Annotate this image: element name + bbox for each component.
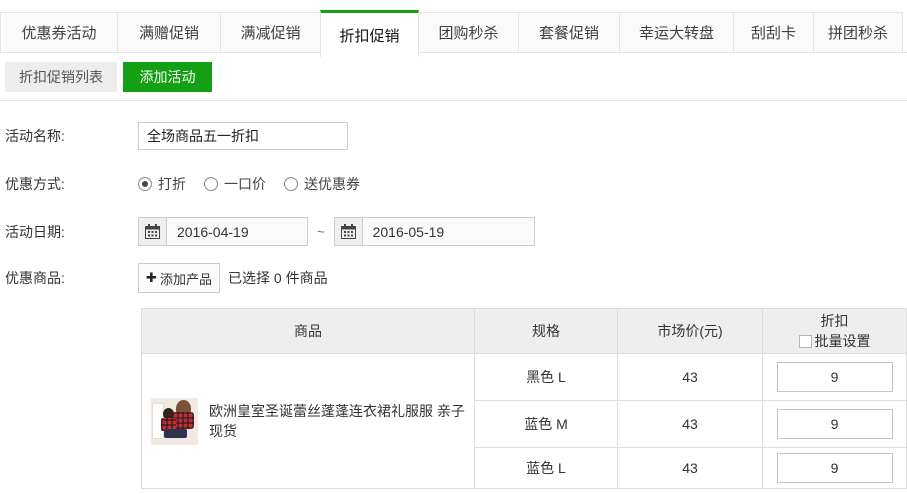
tab-group-seckill[interactable]: 团购秒杀: [418, 12, 519, 52]
discount-cell: [763, 448, 907, 489]
activity-form: 活动名称: 优惠方式: 打折 一口价 送优惠券 活动日期:: [5, 122, 907, 293]
spec-cell: 蓝色 M: [475, 401, 618, 448]
radio-icon[interactable]: [204, 177, 218, 191]
tab-pintuan-seckill[interactable]: 拼团秒杀: [813, 12, 903, 52]
discount-products-label: 优惠商品:: [5, 268, 138, 288]
activity-name-label: 活动名称:: [5, 126, 138, 146]
radio-option-label: 一口价: [224, 174, 266, 194]
promotion-tabbar: 优惠券活动 满赠促销 满减促销 折扣促销 团购秒杀 套餐促销 幸运大转盘 刮刮卡…: [0, 10, 907, 57]
tab-scratch-card[interactable]: 刮刮卡: [733, 12, 814, 52]
product-cell: 欧洲皇室圣诞蕾丝蓬蓬连衣裙礼服服 亲子现货: [142, 354, 475, 489]
batch-set-label: 批量设置: [815, 333, 871, 349]
calendar-icon: [335, 218, 363, 245]
spec-cell: 黑色 L: [475, 354, 618, 401]
tab-lucky-wheel[interactable]: 幸运大转盘: [619, 12, 734, 52]
price-cell: 43: [618, 448, 763, 489]
col-header-discount: 折扣 批量设置: [763, 309, 907, 354]
tab-coupon-activity[interactable]: 优惠券活动: [0, 12, 118, 52]
date-start-field[interactable]: 2016-04-19: [138, 217, 308, 246]
activity-date-label: 活动日期:: [5, 222, 138, 242]
tab-full-minus-promo[interactable]: 满减促销: [220, 12, 321, 52]
spec-cell: 蓝色 L: [475, 448, 618, 489]
radio-option-songyouhuiquan[interactable]: 送优惠券: [284, 174, 360, 194]
activity-name-row: 活动名称:: [5, 122, 907, 150]
discount-promo-list-button[interactable]: 折扣促销列表: [5, 62, 117, 92]
price-cell: 43: [618, 354, 763, 401]
discount-header-title: 折扣: [763, 311, 906, 331]
activity-date-row: 活动日期: 2016-04-19 ~ 2016-05-19: [5, 217, 907, 246]
toolbar-divider: [0, 100, 907, 101]
product-title: 欧洲皇室圣诞蕾丝蓬蓬连衣裙礼服服 亲子现货: [209, 401, 474, 441]
activity-name-input[interactable]: [138, 122, 348, 150]
product-thumbnail-image: [151, 398, 198, 445]
radio-option-yikoujia[interactable]: 一口价: [204, 174, 266, 194]
date-end-field[interactable]: 2016-05-19: [334, 217, 535, 246]
table-header-row: 商品 规格 市场价(元) 折扣 批量设置: [142, 309, 907, 354]
promotion-admin-page: 优惠券活动 满赠促销 满减促销 折扣促销 团购秒杀 套餐促销 幸运大转盘 刮刮卡…: [0, 0, 907, 494]
discount-method-label: 优惠方式:: [5, 174, 138, 194]
price-cell: 43: [618, 401, 763, 448]
radio-option-label: 打折: [158, 174, 186, 194]
date-range-separator: ~: [317, 224, 325, 239]
sub-toolbar: 折扣促销列表 添加活动: [5, 62, 907, 92]
batch-set-checkbox[interactable]: [799, 335, 812, 348]
tab-full-gift-promo[interactable]: 满赠促销: [117, 12, 221, 52]
selected-count-text: 已选择 0 件商品: [228, 268, 328, 288]
col-header-market-price: 市场价(元): [618, 309, 763, 354]
discount-input[interactable]: [777, 453, 893, 483]
discount-input[interactable]: [777, 362, 893, 392]
products-table-wrap: 商品 规格 市场价(元) 折扣 批量设置: [141, 308, 907, 489]
tab-discount-promo[interactable]: 折扣促销: [320, 10, 419, 57]
table-row: 欧洲皇室圣诞蕾丝蓬蓬连衣裙礼服服 亲子现货 黑色 L 43: [142, 354, 907, 401]
discount-method-row: 优惠方式: 打折 一口价 送优惠券: [5, 175, 907, 193]
tab-package-promo[interactable]: 套餐促销: [518, 12, 620, 52]
calendar-icon: [139, 218, 167, 245]
radio-icon[interactable]: [138, 177, 152, 191]
radio-option-label: 送优惠券: [304, 174, 360, 194]
plus-icon: ✚: [146, 270, 157, 286]
discount-products-row: 优惠商品: ✚ 添加产品 已选择 0 件商品: [5, 263, 907, 293]
add-product-button-label: 添加产品: [160, 269, 212, 288]
date-start-value: 2016-04-19: [167, 224, 249, 240]
col-header-spec: 规格: [475, 309, 618, 354]
col-header-product: 商品: [142, 309, 475, 354]
discount-cell: [763, 354, 907, 401]
radio-icon[interactable]: [284, 177, 298, 191]
products-table: 商品 规格 市场价(元) 折扣 批量设置: [141, 308, 907, 489]
add-activity-button[interactable]: 添加活动: [123, 62, 212, 92]
date-end-value: 2016-05-19: [363, 224, 445, 240]
discount-input[interactable]: [777, 409, 893, 439]
discount-cell: [763, 401, 907, 448]
radio-option-dazhe[interactable]: 打折: [138, 174, 186, 194]
add-product-button[interactable]: ✚ 添加产品: [138, 263, 220, 293]
